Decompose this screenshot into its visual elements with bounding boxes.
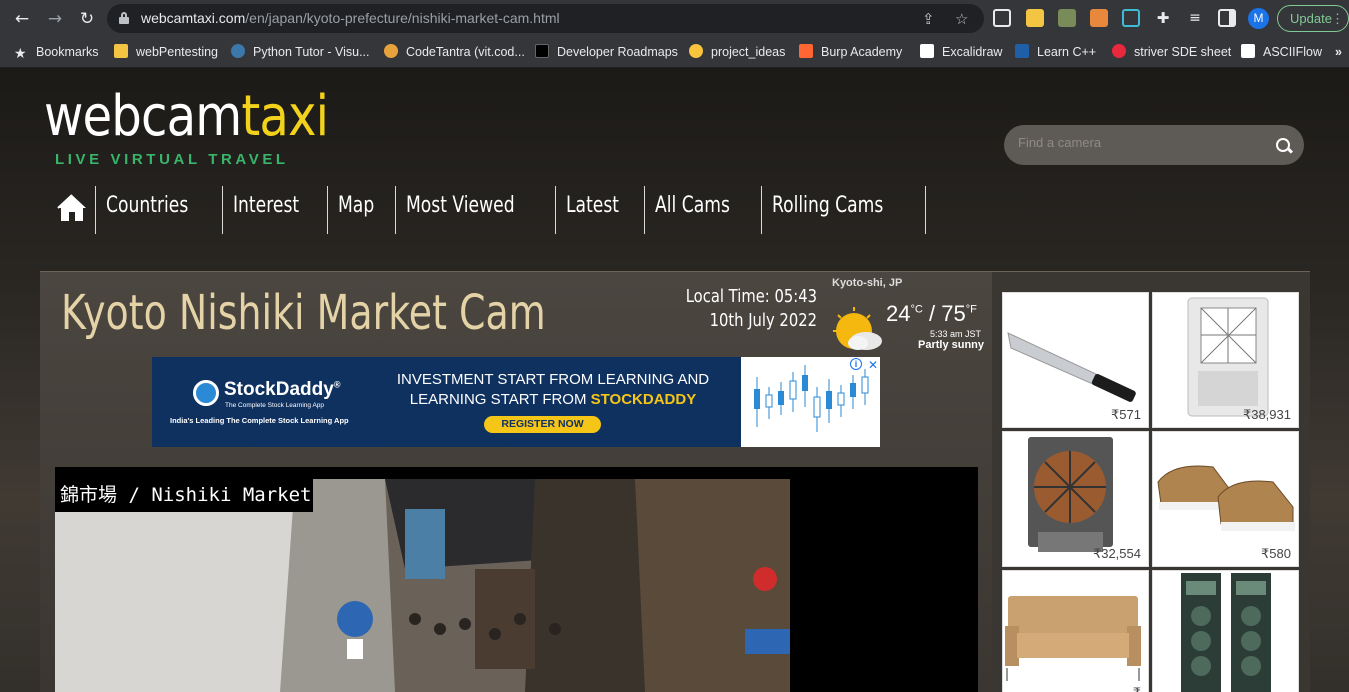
bookmark-asciiflow[interactable]: ASCIIFlow <box>1241 44 1322 61</box>
extension-ublock-icon[interactable] <box>1058 9 1076 27</box>
weather-obs-time: 5:33 am JST <box>930 329 982 339</box>
local-time: Local Time: 05:43 10th July 2022 <box>640 285 817 333</box>
webcam-overlay-label: 錦市場 / Nishiki Market <box>55 479 313 512</box>
product-price: ₹571 <box>1111 407 1141 422</box>
asciiflow-icon <box>1241 44 1255 58</box>
site-logo[interactable]: webcamtaxi <box>44 87 329 147</box>
extensions-puzzle-icon[interactable]: ✚ <box>1154 9 1172 27</box>
product-ad-machete[interactable]: ₹571 <box>1002 292 1149 428</box>
weather-location: Kyoto-shi, JP <box>832 277 903 289</box>
bookmark-burp-academy[interactable]: Burp Academy <box>799 44 902 61</box>
star-icon: ★ <box>14 45 27 61</box>
extension-capture-icon[interactable] <box>1122 9 1140 27</box>
register-now-button[interactable]: REGISTER NOW <box>484 416 601 433</box>
page-title: Kyoto Nishiki Market Cam <box>61 285 546 341</box>
nav-interest[interactable]: Interest <box>223 186 329 234</box>
nav-all-cams[interactable]: All Cams <box>645 186 762 234</box>
local-date-text: 10th July 2022 <box>709 310 817 331</box>
product-ad-tower-speaker[interactable] <box>1152 570 1299 692</box>
profile-avatar[interactable]: M <box>1248 8 1269 29</box>
bookmark-developer-roadmaps[interactable]: Developer Roadmaps <box>535 44 678 61</box>
webpage: webcamtaxi LIVE VIRTUAL TRAVEL Countries… <box>0 69 1349 692</box>
weather-widget: Kyoto-shi, JP 24°C / 75°F 5:33 am JST Pa… <box>830 275 990 355</box>
bookmark-learn-cpp[interactable]: Learn C++ <box>1015 44 1096 61</box>
product-price: ₹ <box>1133 685 1141 692</box>
bookmark-project-ideas[interactable]: project_ideas <box>689 44 785 61</box>
product-price: ₹38,931 <box>1242 407 1291 422</box>
weather-condition: Partly sunny <box>918 339 985 351</box>
product-ad-sofa[interactable]: ₹ <box>1002 570 1149 692</box>
webcam-player[interactable]: 錦市場 / Nishiki Market <box>55 467 978 692</box>
lock-icon[interactable] <box>119 12 129 24</box>
nav-rolling-cams[interactable]: Rolling Cams <box>762 186 926 234</box>
back-arrow-icon[interactable]: ← <box>11 8 33 30</box>
ad-brand-sub: The Complete Stock Learning App <box>225 402 325 409</box>
forward-arrow-icon[interactable]: → <box>44 8 66 30</box>
candlestick-chart-image <box>741 357 880 447</box>
site-tagline: LIVE VIRTUAL TRAVEL <box>55 151 289 168</box>
python-icon <box>231 44 245 58</box>
extension-tabs-icon[interactable] <box>993 9 1011 27</box>
partly-sunny-icon <box>833 307 882 350</box>
camera-search <box>1004 125 1304 165</box>
nav-most-viewed[interactable]: Most Viewed <box>396 186 556 234</box>
excalidraw-icon <box>920 44 934 58</box>
address-bar[interactable]: webcamtaxi.com/en/japan/kyoto-prefecture… <box>107 4 984 33</box>
bookmarks-bar: ★ Bookmarks webPentesting Python Tutor - … <box>0 37 1349 68</box>
nav-map[interactable]: Map <box>328 186 396 234</box>
main-nav: Countries Interest Map Most Viewed Lates… <box>56 186 926 234</box>
cpp-icon <box>1015 44 1029 58</box>
stockdaddy-ad[interactable]: StockDaddy® The Complete Stock Learning … <box>152 357 880 447</box>
bookmark-bookmarks[interactable]: ★ Bookmarks <box>14 44 99 61</box>
side-panel-icon[interactable] <box>1218 9 1236 27</box>
burp-icon <box>799 44 813 58</box>
folder-icon <box>114 44 128 58</box>
product-ad-industrial-cooler[interactable]: ₹32,554 <box>1002 431 1149 567</box>
bookmark-webpentesting[interactable]: webPentesting <box>114 44 218 61</box>
local-time-text: Local Time: 05:43 <box>685 286 817 307</box>
emoji-icon <box>689 44 703 58</box>
extension-app-icon[interactable] <box>1090 9 1108 27</box>
search-icon[interactable] <box>1276 138 1290 152</box>
url-text[interactable]: webcamtaxi.com/en/japan/kyoto-prefecture… <box>141 10 560 26</box>
bookmark-python-tutor[interactable]: Python Tutor - Visu... <box>231 44 370 61</box>
update-button[interactable]: Update ⋮ <box>1277 5 1349 32</box>
search-input[interactable] <box>1018 135 1258 150</box>
extension-highlighter-icon[interactable] <box>1026 9 1044 27</box>
more-bookmarks-chevron-icon[interactable]: » <box>1335 44 1342 61</box>
reload-icon[interactable]: ↻ <box>76 8 98 30</box>
ad-subtext: India's Leading The Complete Stock Learn… <box>170 416 349 425</box>
product-ad-shoes[interactable]: ₹580 <box>1152 431 1299 567</box>
product-price: ₹580 <box>1261 546 1291 561</box>
ad-headline: INVESTMENT START FROM LEARNING AND LEARN… <box>396 371 710 408</box>
tuf-icon <box>1112 44 1126 58</box>
bookmark-excalidraw[interactable]: Excalidraw <box>920 44 1002 61</box>
share-icon[interactable]: ⇪ <box>922 10 935 28</box>
bookmark-star-icon[interactable]: ☆ <box>955 10 968 28</box>
media-control-icon[interactable]: ≡ <box>1186 9 1204 27</box>
bookmark-codetantra[interactable]: CodeTantra (vit.cod... <box>384 44 525 61</box>
product-ad-air-cooler[interactable]: ₹38,931 <box>1152 292 1299 428</box>
stockdaddy-logo-icon <box>193 380 219 406</box>
menu-dots-icon: ⋮ <box>1331 11 1344 26</box>
ad-brand: StockDaddy® <box>224 379 341 400</box>
weather-temp: 24°C / 75°F <box>886 301 977 326</box>
home-icon[interactable] <box>56 186 96 234</box>
product-price: ₹32,554 <box>1092 546 1141 561</box>
ad-close-icon[interactable]: ✕ <box>868 358 878 372</box>
nav-countries[interactable]: Countries <box>96 186 223 234</box>
ad-info-icon[interactable]: i <box>850 358 862 370</box>
bookmark-striver-sde[interactable]: striver SDE sheet <box>1112 44 1231 61</box>
roadmap-icon <box>535 44 549 58</box>
codetantra-icon <box>384 44 398 58</box>
browser-toolbar: ← → ↻ webcamtaxi.com/en/japan/kyoto-pref… <box>0 0 1349 37</box>
nav-latest[interactable]: Latest <box>556 186 645 234</box>
